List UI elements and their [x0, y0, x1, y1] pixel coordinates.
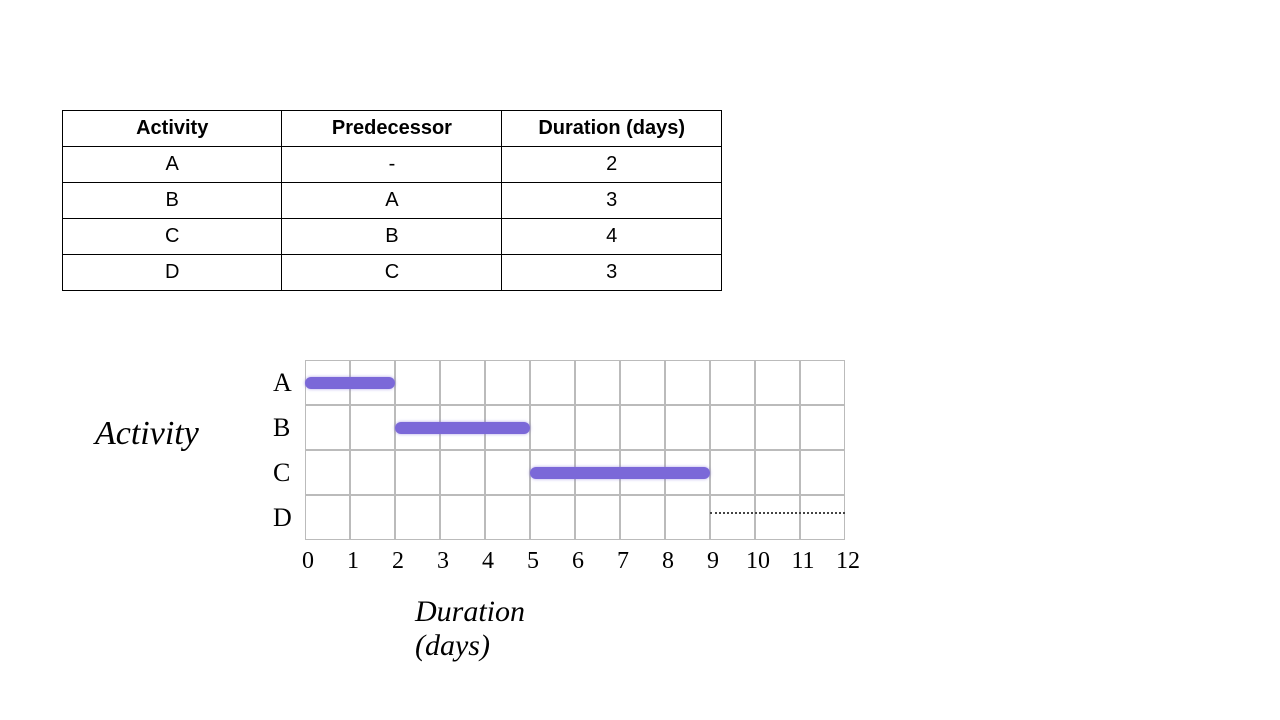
- grid-cell: [755, 360, 800, 405]
- grid-cell: [305, 405, 350, 450]
- grid-cell: [530, 495, 575, 540]
- table-header-row: Activity Predecessor Duration (days): [63, 111, 722, 147]
- x-tick: 4: [473, 548, 503, 575]
- x-tick: 10: [743, 548, 773, 575]
- y-axis-label: Activity: [95, 415, 199, 453]
- page: Activity Predecessor Duration (days) A -…: [0, 0, 1280, 720]
- grid-cell: [800, 360, 845, 405]
- cell-predecessor: A: [282, 183, 502, 219]
- x-tick: 6: [563, 548, 593, 575]
- row-label-d: D: [273, 503, 292, 533]
- grid-cell: [620, 360, 665, 405]
- grid-cell: [530, 405, 575, 450]
- x-tick: 7: [608, 548, 638, 575]
- grid-cell: [755, 405, 800, 450]
- row-label-c: C: [273, 458, 290, 488]
- grid-cell: [350, 450, 395, 495]
- x-axis-label: Duration (days): [415, 595, 525, 663]
- grid-cell: [710, 450, 755, 495]
- x-tick: 9: [698, 548, 728, 575]
- th-duration: Duration (days): [502, 111, 722, 147]
- x-tick: 8: [653, 548, 683, 575]
- cell-activity: B: [63, 183, 282, 219]
- grid-cell: [350, 405, 395, 450]
- grid-cell: [485, 450, 530, 495]
- cell-activity: A: [63, 147, 282, 183]
- cell-activity: C: [63, 219, 282, 255]
- grid-cell: [755, 450, 800, 495]
- cell-duration: 3: [502, 183, 722, 219]
- table-row: C B 4: [63, 219, 722, 255]
- table-row: B A 3: [63, 183, 722, 219]
- x-tick: 1: [338, 548, 368, 575]
- grid-cell: [575, 360, 620, 405]
- grid-cell: [440, 495, 485, 540]
- row-label-b: B: [273, 413, 290, 443]
- th-predecessor: Predecessor: [282, 111, 502, 147]
- gantt-bar-c: [530, 467, 710, 479]
- grid-cell: [665, 495, 710, 540]
- grid-cell: [575, 405, 620, 450]
- cell-predecessor: C: [282, 255, 502, 291]
- grid-cell: [485, 360, 530, 405]
- cell-duration: 4: [502, 219, 722, 255]
- grid-cell: [665, 405, 710, 450]
- cell-predecessor: -: [282, 147, 502, 183]
- grid-cell: [395, 495, 440, 540]
- x-tick: 0: [293, 548, 323, 575]
- gantt-bar-b: [395, 422, 530, 434]
- grid-cell: [800, 495, 845, 540]
- x-tick: 3: [428, 548, 458, 575]
- cell-predecessor: B: [282, 219, 502, 255]
- table-row: A - 2: [63, 147, 722, 183]
- grid-cell: [800, 450, 845, 495]
- grid-cell: [575, 495, 620, 540]
- grid-cell: [710, 405, 755, 450]
- cell-duration: 3: [502, 255, 722, 291]
- cell-activity: D: [63, 255, 282, 291]
- grid-cell: [620, 405, 665, 450]
- grid-cell: [350, 495, 395, 540]
- x-tick: 12: [833, 548, 863, 575]
- gantt-bar-d: [710, 512, 845, 514]
- grid-cell: [665, 360, 710, 405]
- grid-cell: [710, 360, 755, 405]
- grid-cell: [395, 360, 440, 405]
- grid-cell: [530, 360, 575, 405]
- grid-cell: [395, 450, 440, 495]
- grid-cell: [305, 450, 350, 495]
- grid-cell: [800, 405, 845, 450]
- grid-cell: [440, 450, 485, 495]
- table-row: D C 3: [63, 255, 722, 291]
- grid-cell: [305, 495, 350, 540]
- grid-cell: [440, 360, 485, 405]
- grid-cell: [485, 495, 530, 540]
- grid-cell: [620, 495, 665, 540]
- x-tick: 5: [518, 548, 548, 575]
- grid-cell: [755, 495, 800, 540]
- grid-cell: [710, 495, 755, 540]
- x-tick: 11: [788, 548, 818, 575]
- th-activity: Activity: [63, 111, 282, 147]
- activity-table: Activity Predecessor Duration (days) A -…: [62, 110, 722, 291]
- row-label-a: A: [273, 368, 292, 398]
- x-tick: 2: [383, 548, 413, 575]
- gantt-bar-a: [305, 377, 395, 389]
- cell-duration: 2: [502, 147, 722, 183]
